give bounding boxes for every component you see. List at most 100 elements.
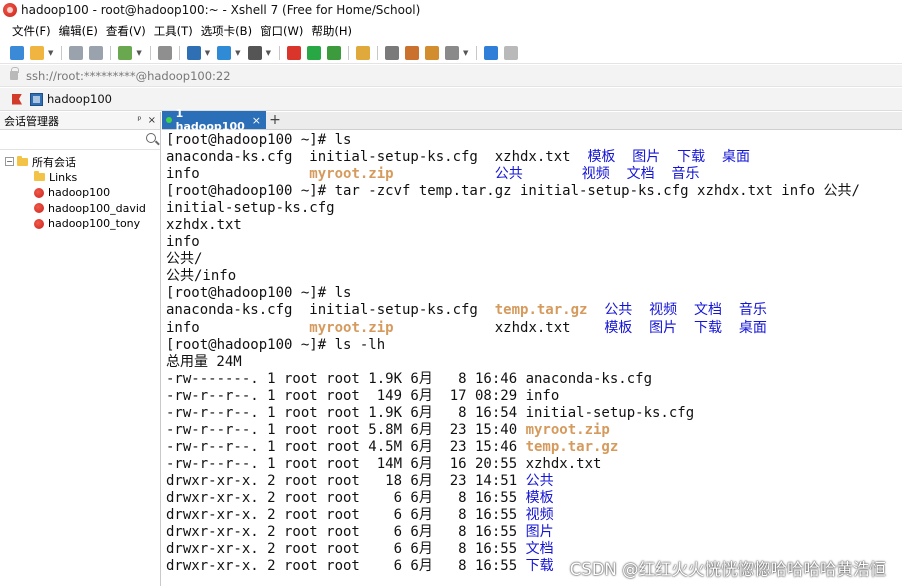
terminal-text: [root@hadoop100 ~]# ls <box>166 285 352 302</box>
terminal-text: drwxr-xr-x. 2 root root 6 6月 8 16:55 <box>166 489 526 506</box>
tree-item[interactable]: hadoop100 <box>0 185 160 201</box>
menu-item[interactable]: 帮助(H) <box>307 23 356 39</box>
toolbar-separator <box>376 45 378 60</box>
tab-bar: 1 hadoop100 × + <box>162 107 902 133</box>
session-bar-label[interactable]: hadoop100 <box>47 92 112 106</box>
close-icon[interactable]: × <box>148 115 156 126</box>
dropdown-arrow-icon[interactable]: ▼ <box>205 49 210 57</box>
terminal-line: -rw-r--r--. 1 root root 4.5M 6月 23 15:46… <box>166 439 902 456</box>
terminal-line: info <box>166 234 902 251</box>
terminal-line: drwxr-xr-x. 2 root root 6 6月 8 16:55 模板 <box>166 490 902 507</box>
help-icon[interactable] <box>484 45 499 60</box>
menu-item[interactable]: 编辑(E) <box>55 23 102 39</box>
chat-icon[interactable] <box>504 45 519 60</box>
disconnect-icon[interactable] <box>89 45 104 60</box>
keyboard-icon[interactable] <box>384 45 399 60</box>
terminal-text: drwxr-xr-x. 2 root root 6 6月 8 16:55 <box>166 507 526 524</box>
terminal-text: 公共/ <box>166 251 203 268</box>
tree-item[interactable]: − 所有会话 <box>0 154 160 170</box>
terminal-line: drwxr-xr-x. 2 root root 6 6月 8 16:55 视频 <box>166 507 902 524</box>
terminal-output[interactable]: [root@hadoop100 ~]# ls anaconda-ks.cfg in… <box>162 131 902 586</box>
reconnect-icon[interactable] <box>118 45 133 60</box>
dropdown-arrow-icon[interactable]: ▼ <box>235 49 240 57</box>
directory-name: 桌面 <box>738 319 767 336</box>
terminal-text: [root@hadoop100 ~]# tar -zcvf temp.tar.g… <box>166 183 860 200</box>
terminal-line: [root@hadoop100 ~]# ls <box>166 285 902 302</box>
session-search-input[interactable] <box>0 130 160 150</box>
dropdown-arrow-icon[interactable]: ▼ <box>266 49 271 57</box>
toolbar-separator <box>278 45 280 60</box>
new-session-icon[interactable] <box>10 45 24 60</box>
connect-icon[interactable] <box>69 45 84 60</box>
title-bar: hadoop100 - root@hadoop100:~ - Xshell 7 … <box>0 0 902 20</box>
terminal-text: drwxr-xr-x. 2 root root 6 6月 8 16:55 <box>166 524 526 541</box>
dropdown-arrow-icon[interactable]: ▼ <box>463 49 468 57</box>
tab-close-icon[interactable]: × <box>252 114 261 127</box>
directory-name: 模板 <box>604 319 633 336</box>
toolbar-separator <box>347 45 349 60</box>
toolbar-separator <box>149 45 151 60</box>
terminal-line: initial-setup-ks.cfg <box>166 200 902 217</box>
collapse-icon[interactable]: − <box>5 157 14 167</box>
menu-item[interactable]: 查看(V) <box>102 23 150 39</box>
menu-item[interactable]: 工具(T) <box>150 23 197 39</box>
layout-icon[interactable] <box>444 45 459 60</box>
dropdown-arrow-icon[interactable]: ▼ <box>136 49 141 57</box>
highlight-icon[interactable] <box>404 45 419 60</box>
directory-name: 视频 <box>581 166 610 183</box>
find-icon[interactable] <box>157 45 172 60</box>
tree-item-label: 所有会话 <box>32 155 76 169</box>
address-bar[interactable]: ssh://root:*********@hadoop100:22 <box>0 65 902 87</box>
menu-item[interactable]: 选项卡(B) <box>197 23 256 39</box>
fullscreen-icon[interactable] <box>326 45 341 60</box>
toolbar-separator <box>476 45 478 60</box>
terminal-line: drwxr-xr-x. 2 root root 6 6月 8 16:55 图片 <box>166 524 902 541</box>
tab-hadoop100[interactable]: 1 hadoop100 × <box>162 107 266 133</box>
archive-file-name: temp.tar.gz <box>525 438 619 455</box>
lock-icon[interactable] <box>355 45 370 60</box>
toolbar: ▼ ▼ ▼ ▼ ▼ ▼ <box>0 42 902 64</box>
terminal-line: [root@hadoop100 ~]# tar -zcvf temp.tar.g… <box>166 183 902 200</box>
font-icon[interactable] <box>247 45 262 60</box>
directory-name: 音乐 <box>671 166 700 183</box>
directory-name: 文档 <box>525 541 554 558</box>
xshell-logo-icon <box>3 3 17 17</box>
menu-item[interactable]: 窗口(W) <box>256 23 307 39</box>
search-icon[interactable] <box>146 133 156 143</box>
tree-item[interactable]: Links <box>0 170 160 186</box>
archive-file-name: myroot.zip <box>309 319 394 336</box>
terminal-text: -rw-r--r--. 1 root root 4.5M 6月 23 15:46 <box>166 438 526 455</box>
terminal-line: -rw-r--r--. 1 root root 14M 6月 16 20:55 … <box>166 456 902 473</box>
tree-item[interactable]: hadoop100_tony <box>0 216 160 232</box>
folder-icon <box>34 171 45 182</box>
xftp-icon[interactable] <box>306 45 321 60</box>
pin-icon[interactable]: ᵖ <box>137 115 141 126</box>
session-manager-panel: 会话管理器 ᵖ × − 所有会话 Links hadoop100 hadoop100_d… <box>0 112 161 586</box>
tree-item[interactable]: hadoop100_david <box>0 201 160 217</box>
address-text: ssh://root:*********@hadoop100:22 <box>26 68 231 83</box>
directory-name: 视频 <box>525 507 554 524</box>
directory-name: 下载 <box>677 149 706 166</box>
menu-item[interactable]: 文件(F) <box>8 23 55 39</box>
terminal-text: drwxr-xr-x. 2 root root 18 6月 23 14:51 <box>166 472 526 489</box>
terminal-text: -rw-r--r--. 1 root root 1.9K 6月 8 16:54 … <box>166 404 695 421</box>
xshell-icon[interactable] <box>286 45 301 60</box>
open-folder-icon[interactable] <box>30 45 44 60</box>
directory-name: 公共 <box>525 472 554 489</box>
add-tab-button[interactable]: + <box>268 113 282 129</box>
compose-icon[interactable] <box>424 45 439 60</box>
dropdown-arrow-icon[interactable]: ▼ <box>48 49 53 57</box>
terminal-line: anaconda-ks.cfg initial-setup-ks.cfg xzh… <box>166 149 902 166</box>
window-title: hadoop100 - root@hadoop100:~ - Xshell 7 … <box>21 3 421 17</box>
toolbar-separator <box>110 45 112 60</box>
terminal-text: info <box>166 166 310 183</box>
flag-icon[interactable] <box>12 93 22 105</box>
globe-icon[interactable] <box>217 45 232 60</box>
menu-bar: 文件(F) 编辑(E) 查看(V) 工具(T) 选项卡(B) 窗口(W) 帮助(H) <box>0 21 902 41</box>
terminal-session-icon[interactable] <box>30 92 43 106</box>
properties-icon[interactable] <box>186 45 201 60</box>
